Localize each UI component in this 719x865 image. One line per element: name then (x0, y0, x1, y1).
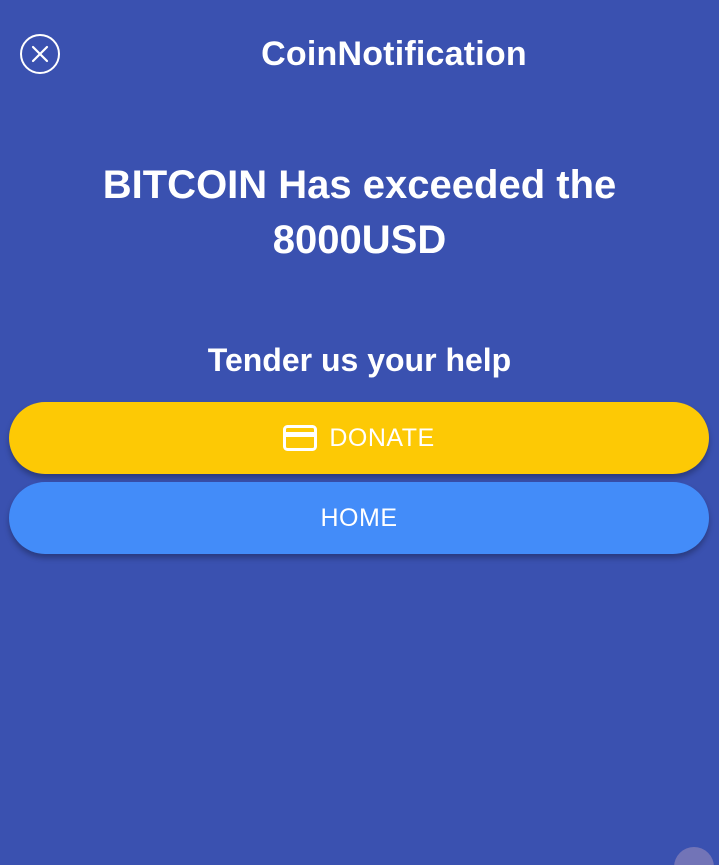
donate-button[interactable]: DONATE (9, 402, 709, 474)
notification-headline: BITCOIN Has exceeded the 8000USD (102, 163, 617, 262)
credit-card-icon (283, 425, 318, 451)
notification-screen: CoinNotification BITCOIN Has exceeded th… (0, 0, 719, 865)
home-label: HOME (320, 503, 398, 532)
close-button[interactable] (20, 34, 60, 74)
floating-indicator (674, 847, 714, 865)
app-title: CoinNotification (261, 35, 527, 73)
donate-label: DONATE (329, 423, 435, 452)
help-subtitle: Tender us your help (207, 342, 512, 378)
home-button[interactable]: HOME (9, 482, 709, 554)
close-icon (31, 45, 49, 63)
